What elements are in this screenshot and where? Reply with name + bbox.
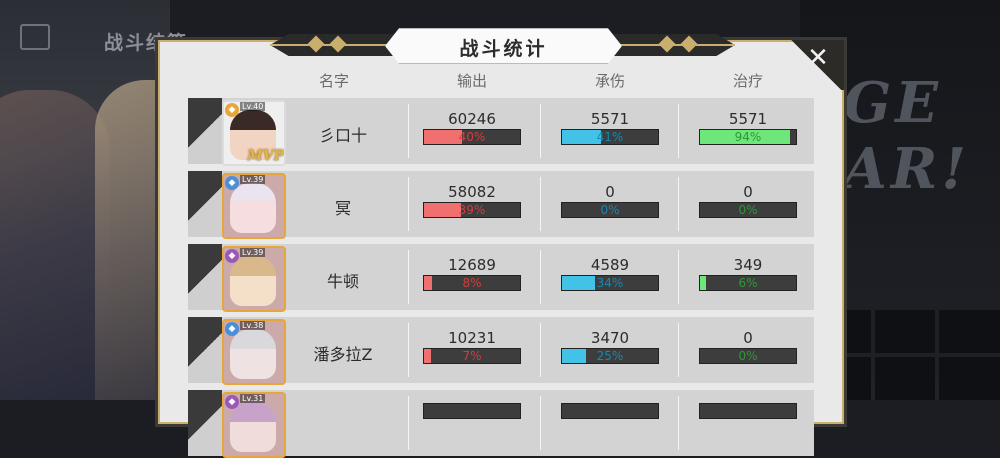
damage-taken-bar: 41% bbox=[561, 129, 659, 145]
healing-bar: 6% bbox=[699, 275, 797, 291]
output-value: 58082 bbox=[448, 183, 496, 201]
class-icon: ◆ bbox=[225, 103, 239, 117]
output-bar: 40% bbox=[423, 129, 521, 145]
damage-taken-stat bbox=[560, 402, 660, 419]
player-row[interactable]: ◆ Lv.40 MVP 彡口十 60246 40% 5571 41% 5571 … bbox=[188, 98, 814, 166]
damage-taken-stat: 0 0% bbox=[560, 183, 660, 218]
output-percent: 7% bbox=[462, 349, 482, 363]
output-value: 12689 bbox=[448, 256, 496, 274]
result-icon[interactable] bbox=[20, 24, 50, 50]
healing-bar: 94% bbox=[699, 129, 797, 145]
avatar[interactable]: ◆ Lv.38 bbox=[222, 319, 286, 385]
healing-stat bbox=[698, 402, 798, 419]
player-name: 潘多拉Z bbox=[313, 345, 373, 364]
healing-bar: 0% bbox=[699, 348, 797, 364]
character-portrait bbox=[230, 183, 276, 233]
output-percent: 39% bbox=[458, 203, 486, 217]
healing-stat: 5571 94% bbox=[698, 110, 798, 145]
damage-taken-stat: 5571 41% bbox=[560, 110, 660, 145]
player-row[interactable]: ◆ Lv.39 冥 58082 39% 0 0% 0 0% bbox=[188, 171, 814, 239]
class-icon: ◆ bbox=[225, 322, 239, 336]
character-portrait bbox=[230, 256, 276, 306]
header-healing: 治疗 bbox=[732, 72, 763, 90]
mvp-badge: MVP bbox=[247, 148, 284, 164]
player-row[interactable]: ◆ Lv.38 潘多拉Z 10231 7% 3470 25% 0 0% bbox=[188, 317, 814, 385]
panel-title-bar: 战斗统计 bbox=[270, 28, 735, 64]
healing-stat: 349 6% bbox=[698, 256, 798, 291]
class-icon: ◆ bbox=[225, 249, 239, 263]
column-headers: 名字 输出 承伤 治疗 bbox=[160, 70, 842, 90]
output-percent: 8% bbox=[462, 276, 482, 290]
healing-percent: 0% bbox=[738, 349, 758, 363]
damage-taken-value: 0 bbox=[605, 183, 615, 201]
level-badge: Lv.31 bbox=[240, 394, 266, 403]
avatar[interactable]: ◆ Lv.39 bbox=[222, 173, 286, 239]
class-icon: ◆ bbox=[225, 176, 239, 190]
healing-percent: 94% bbox=[734, 130, 762, 144]
avatar[interactable]: ◆ Lv.40 MVP bbox=[222, 100, 286, 166]
header-name: 名字 bbox=[318, 72, 349, 90]
character-portrait bbox=[230, 329, 276, 379]
output-value: 10231 bbox=[448, 329, 496, 347]
close-icon[interactable]: ✕ bbox=[804, 44, 832, 72]
player-name: 冥 bbox=[334, 199, 351, 218]
battle-stats-panel: ✕ 名字 输出 承伤 治疗 ◆ Lv.40 MVP 彡口十 60246 40% … bbox=[158, 40, 844, 458]
damage-taken-value: 3470 bbox=[590, 329, 630, 347]
output-stat: 10231 7% bbox=[422, 329, 522, 364]
output-stat: 60246 40% bbox=[422, 110, 522, 145]
level-badge: Lv.39 bbox=[240, 248, 266, 257]
output-bar: 39% bbox=[423, 202, 521, 218]
healing-stat: 0 0% bbox=[698, 329, 798, 364]
damage-taken-percent: 25% bbox=[596, 349, 624, 363]
healing-bar bbox=[699, 403, 797, 419]
level-badge: Lv.38 bbox=[240, 321, 266, 330]
damage-taken-stat: 4589 34% bbox=[560, 256, 660, 291]
healing-percent: 6% bbox=[738, 276, 758, 290]
output-stat bbox=[422, 402, 522, 419]
damage-taken-value: 4589 bbox=[590, 256, 630, 274]
level-badge: Lv.40 bbox=[240, 102, 266, 111]
player-name: 牛顿 bbox=[326, 272, 359, 291]
avatar[interactable]: ◆ Lv.39 bbox=[222, 246, 286, 312]
level-badge: Lv.39 bbox=[240, 175, 266, 184]
healing-stat: 0 0% bbox=[698, 183, 798, 218]
class-icon: ◆ bbox=[225, 395, 239, 409]
player-row[interactable]: ◆ Lv.39 牛顿 12689 8% 4589 34% 349 6% bbox=[188, 244, 814, 312]
healing-value: 0 bbox=[743, 183, 753, 201]
output-bar: 8% bbox=[423, 275, 521, 291]
damage-taken-bar: 25% bbox=[561, 348, 659, 364]
damage-taken-percent: 41% bbox=[596, 130, 624, 144]
output-percent: 40% bbox=[458, 130, 486, 144]
header-damage-taken: 承伤 bbox=[594, 72, 625, 90]
avatar[interactable]: ◆ Lv.31 bbox=[222, 392, 286, 458]
player-name: 彡口十 bbox=[318, 126, 367, 145]
damage-taken-value: 5571 bbox=[590, 110, 630, 128]
damage-taken-bar: 34% bbox=[561, 275, 659, 291]
output-stat: 58082 39% bbox=[422, 183, 522, 218]
output-stat: 12689 8% bbox=[422, 256, 522, 291]
panel-title: 战斗统计 bbox=[459, 38, 548, 60]
bg-logo-text: GE AR! bbox=[843, 70, 970, 202]
healing-value: 0 bbox=[743, 329, 753, 347]
damage-taken-bar bbox=[561, 403, 659, 419]
damage-taken-percent: 0% bbox=[600, 203, 620, 217]
healing-bar: 0% bbox=[699, 202, 797, 218]
bg-character-left bbox=[0, 90, 110, 400]
healing-value: 349 bbox=[733, 256, 763, 274]
header-output: 输出 bbox=[456, 72, 487, 90]
damage-taken-bar: 0% bbox=[561, 202, 659, 218]
healing-value: 5571 bbox=[728, 110, 768, 128]
damage-taken-stat: 3470 25% bbox=[560, 329, 660, 364]
character-portrait bbox=[230, 402, 276, 452]
healing-percent: 0% bbox=[738, 203, 758, 217]
output-bar: 7% bbox=[423, 348, 521, 364]
output-bar bbox=[423, 403, 521, 419]
damage-taken-percent: 34% bbox=[596, 276, 624, 290]
output-value: 60246 bbox=[448, 110, 496, 128]
